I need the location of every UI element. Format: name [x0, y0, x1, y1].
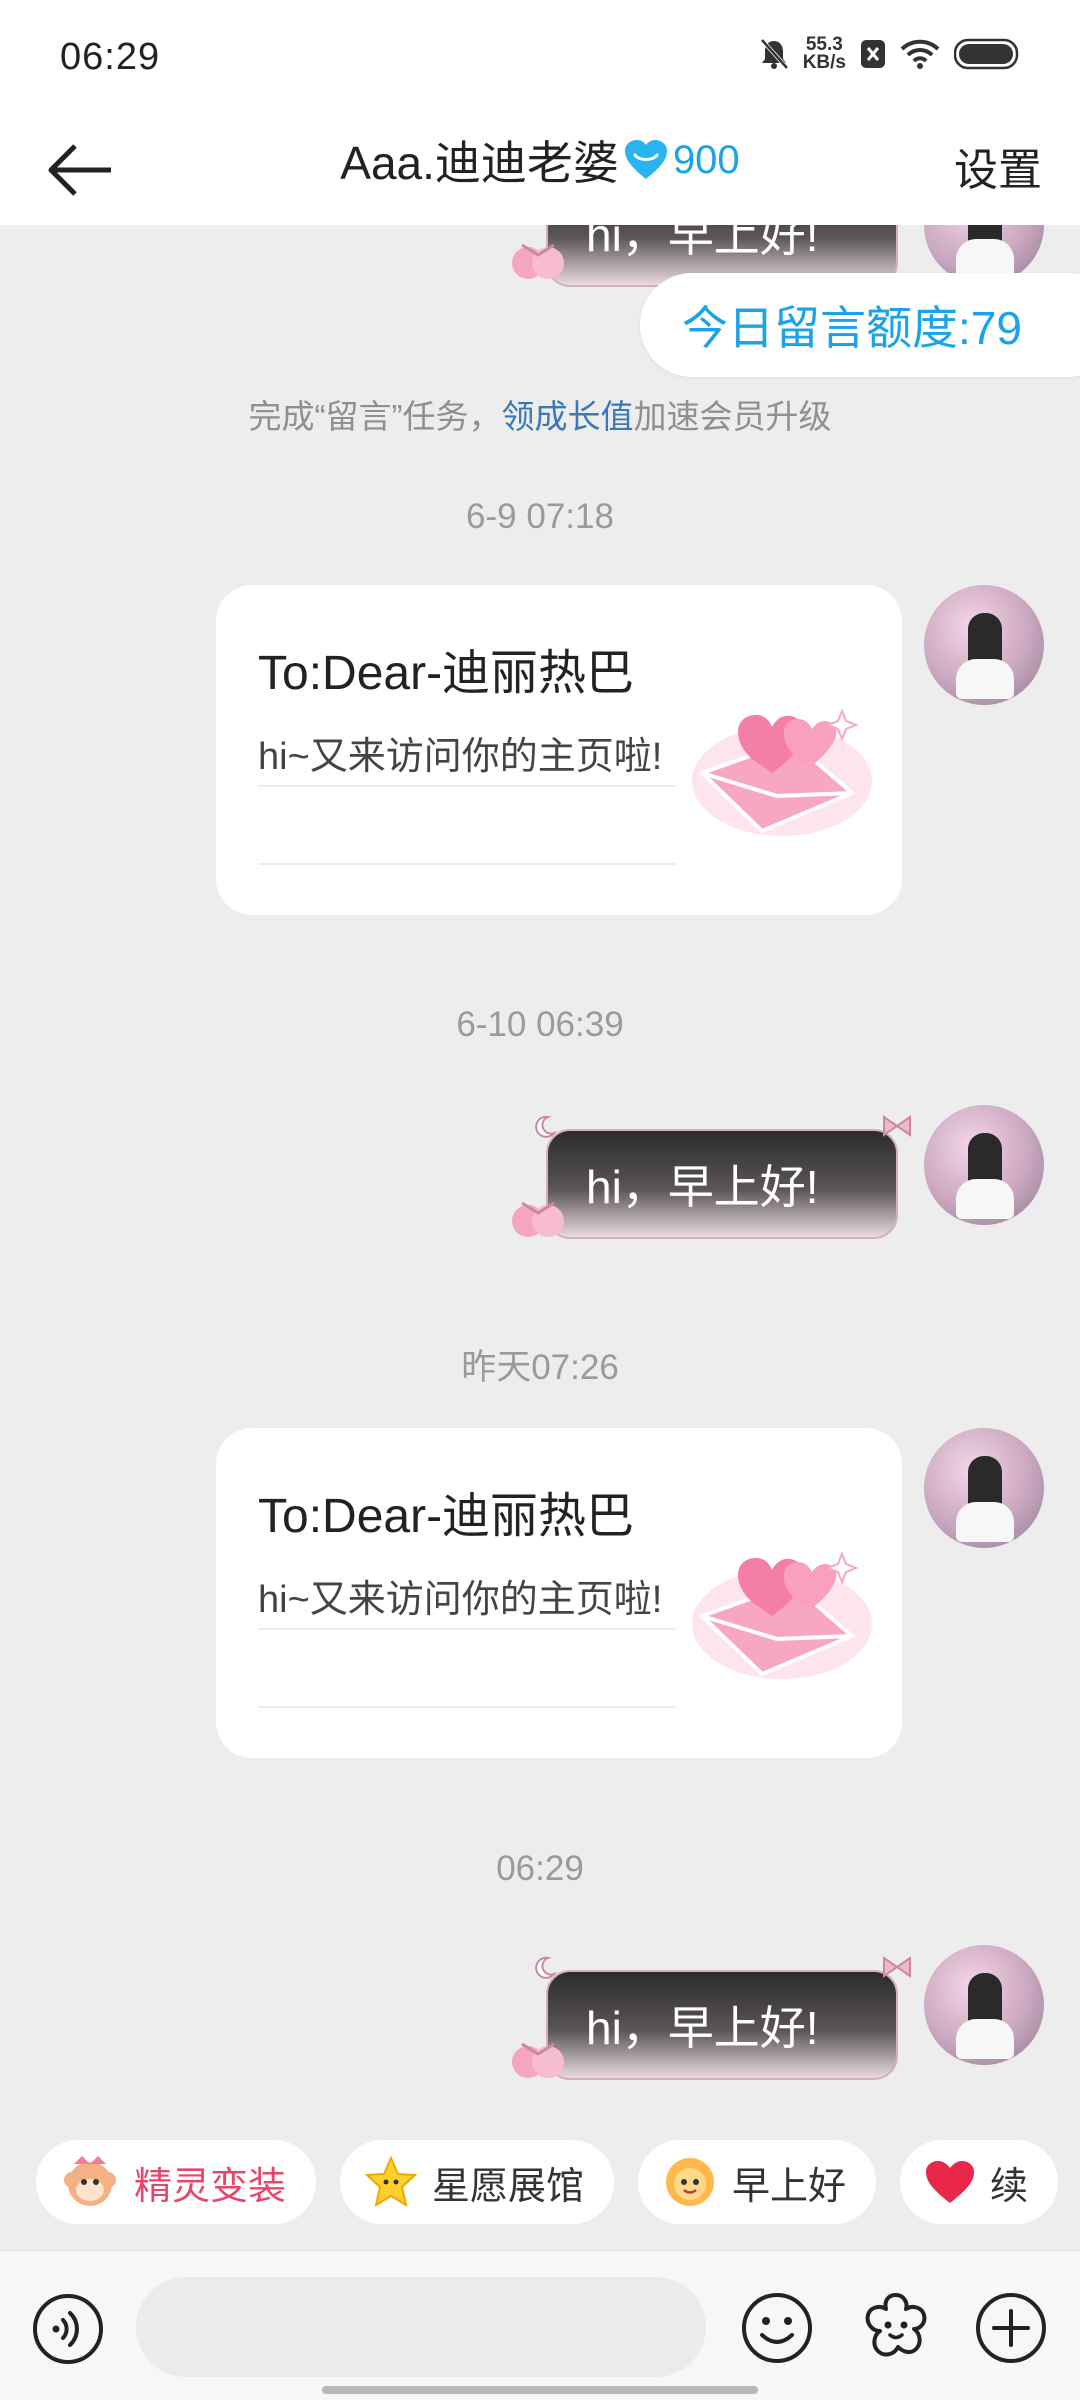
timestamp: 6-10 06:39 — [456, 1005, 624, 1044]
task-tip-prefix: 完成“留言”任务， — [248, 398, 502, 435]
blue-heart-icon — [623, 139, 669, 181]
heart-icon — [926, 2161, 975, 2203]
wifi-icon — [900, 38, 940, 70]
header: Aaa.迪迪老婆 900 设置 — [0, 110, 1080, 225]
card-recipient: To:Dear-迪丽热巴 — [258, 1490, 635, 1543]
timestamp: 6-9 07:18 — [466, 497, 614, 536]
greeting-card-message[interactable]: To:Dear-迪丽热巴 hi~又来访问你的主页啦! — [216, 585, 902, 915]
greeting-card-message[interactable]: To:Dear-迪丽热巴 hi~又来访问你的主页啦! — [216, 1428, 902, 1758]
heart-envelope-icon — [692, 1551, 872, 1679]
chip-continue[interactable]: 续 — [900, 2140, 1059, 2224]
bubble-text: hi，早上好! — [546, 1129, 898, 1239]
chip-label: 早上好 — [732, 2165, 847, 2208]
strawberry-deco-icon — [512, 1201, 564, 1237]
timestamp: 昨天07:26 — [461, 1348, 619, 1387]
moon-deco-icon — [535, 1956, 557, 1979]
moon-deco-icon — [535, 1115, 557, 1138]
divider — [258, 1706, 676, 1708]
chip-label: 续 — [990, 2165, 1029, 2208]
flower-button[interactable] — [858, 2289, 934, 2365]
level-value: 900 — [672, 137, 740, 182]
quota-pill[interactable]: 今日留言额度:79 — [640, 273, 1080, 377]
flower-icon — [865, 2293, 927, 2357]
voice-button[interactable] — [32, 2293, 104, 2365]
heart-envelope-icon — [692, 708, 872, 836]
chip-star-gallery[interactable]: 星愿展馆 — [340, 2140, 615, 2224]
status-time: 06:29 — [60, 36, 161, 78]
input-bar — [0, 2250, 1080, 2400]
text-message-bubble[interactable]: hi，早上好! — [508, 1109, 911, 1249]
chat-title: Aaa.迪迪老婆 900 — [0, 110, 1080, 210]
monkey-face-icon — [64, 2156, 116, 2206]
quick-reply-chips: 精灵变装 星愿展馆 早上好 续 — [36, 2140, 1080, 2224]
emoji-button[interactable] — [740, 2291, 814, 2365]
bow-deco-icon — [883, 1956, 911, 1978]
close-box-icon — [860, 39, 886, 69]
card-body: hi~又来访问你的主页啦! — [258, 1579, 663, 1621]
plus-button[interactable] — [974, 2291, 1048, 2365]
card-body: hi~又来访问你的主页啦! — [258, 736, 663, 778]
mute-bell-icon — [759, 38, 789, 70]
strawberry-deco-icon — [512, 243, 564, 279]
avatar[interactable] — [924, 585, 1044, 705]
task-tip-suffix: 加速会员升级 — [633, 398, 832, 435]
timestamp: 06:29 — [496, 1849, 584, 1888]
chip-label: 精灵变装 — [134, 2165, 287, 2208]
plus-circle-icon — [976, 2293, 1046, 2363]
divider — [258, 863, 676, 865]
growth-value-link[interactable]: 领成长值 — [501, 398, 633, 435]
avatar[interactable] — [924, 1945, 1044, 2065]
smile-icon — [742, 2293, 812, 2363]
text-message-bubble[interactable]: hi，早上好! — [508, 1950, 911, 2090]
task-tip: 完成“留言”任务，领成长值加速会员升级 — [0, 390, 1080, 438]
net-speed-unit: KB/s — [802, 52, 846, 73]
message-input[interactable] — [136, 2277, 706, 2377]
bubble-text: hi，早上好! — [546, 1970, 898, 2080]
chip-sprite-dressup[interactable]: 精灵变装 — [36, 2140, 317, 2224]
status-bar: 06:29 55.3 KB/s — [0, 0, 1080, 110]
avatar[interactable] — [924, 1428, 1044, 1548]
avatar[interactable] — [924, 1105, 1044, 1225]
contact-name: Aaa.迪迪老婆 — [340, 137, 619, 189]
divider — [258, 785, 676, 787]
status-icons: 55.3 KB/s — [759, 35, 1020, 73]
bow-deco-icon — [883, 1115, 911, 1137]
star-face-icon — [364, 2155, 418, 2208]
net-speed: 55.3 KB/s — [802, 35, 846, 73]
card-recipient: To:Dear-迪丽热巴 — [258, 647, 635, 700]
settings-button[interactable]: 设置 — [954, 134, 1042, 198]
chat-area[interactable]: hi，早上好! 今日留言额度:79 完成“留言”任务，领成长值加速会员升级 6-… — [0, 225, 1080, 2115]
chip-label: 星愿展馆 — [432, 2165, 585, 2208]
home-indicator[interactable] — [322, 2386, 758, 2394]
divider — [258, 1628, 676, 1630]
strawberry-deco-icon — [512, 2042, 564, 2078]
sun-face-icon — [666, 2158, 715, 2206]
chip-good-morning[interactable]: 早上好 — [638, 2140, 877, 2224]
voice-icon — [33, 2294, 103, 2364]
battery-icon — [954, 38, 1020, 70]
